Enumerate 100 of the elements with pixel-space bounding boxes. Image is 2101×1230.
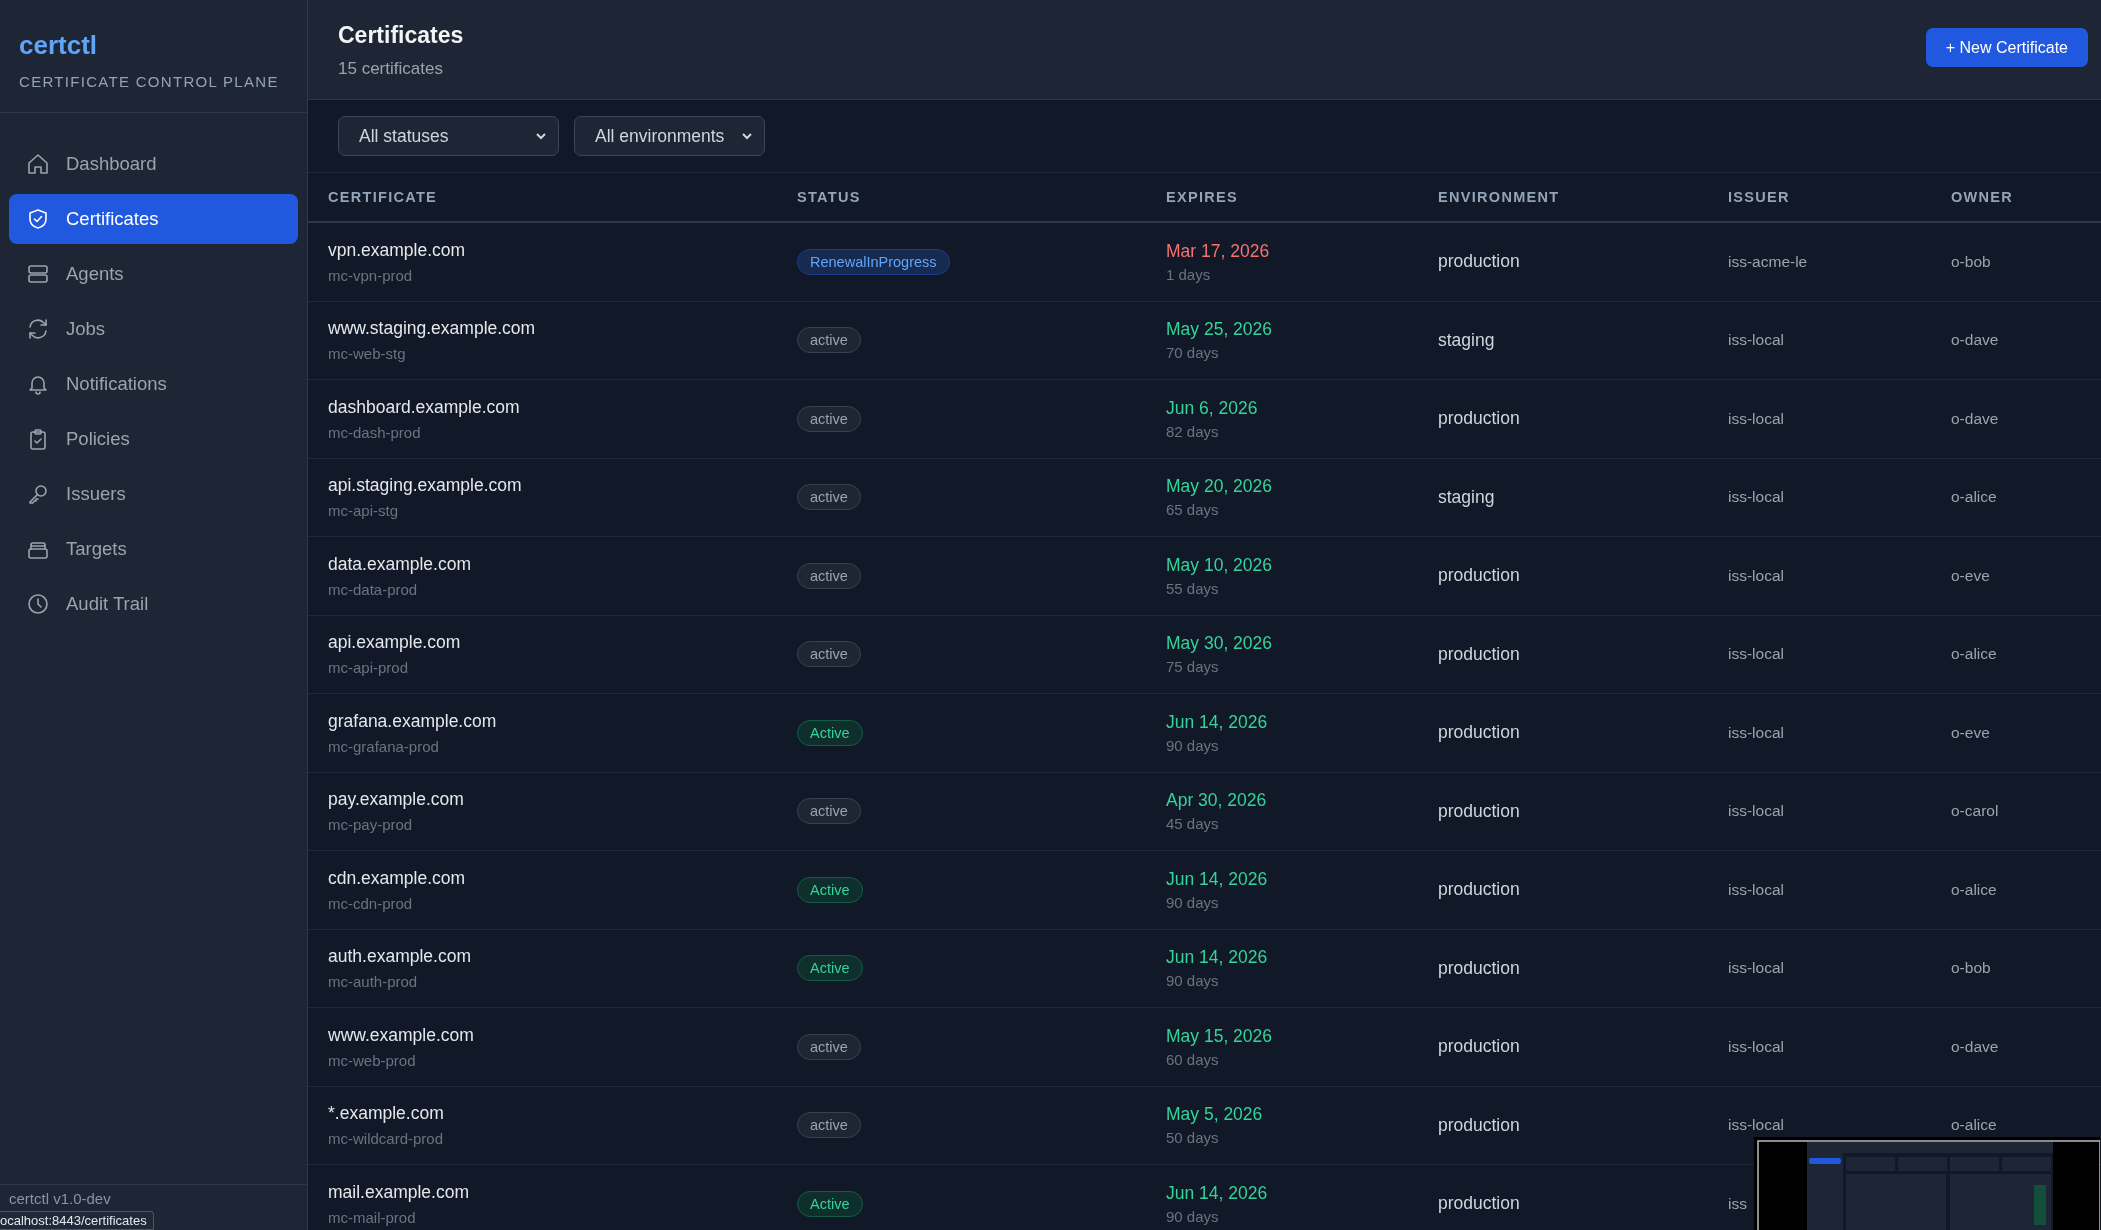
certificate-name[interactable]: dashboard.example.com [328,396,520,418]
environment-cell-text: production [1438,1036,1521,1058]
issuer-cell-text: iss-acme-le [1728,252,1809,271]
days-remaining: 90 days [1166,972,1219,990]
environment-cell-text: production [1438,1193,1521,1215]
environment-cell-text: staging [1438,486,1496,508]
issuer-cell-text: iss-local [1728,645,1785,664]
expiry-date: Jun 14, 2026 [1166,868,1268,890]
certificate-name[interactable]: www.example.com [328,1024,474,1046]
status-badge: active [797,405,861,432]
key-icon [26,482,50,506]
status-badge: active [797,798,861,825]
nav-item[interactable]: Certificates [9,194,298,244]
owner-cell-text: o-bob [1951,959,1992,978]
server-icon [26,262,50,286]
certificate-name[interactable]: api.staging.example.com [328,475,522,497]
environment-cell-text: production [1438,722,1521,744]
expiry-date: May 15, 2026 [1166,1025,1273,1047]
certificate-id: mc-cdn-prod [328,894,413,912]
expiry-date: Jun 6, 2026 [1166,397,1258,419]
certificate-name[interactable]: vpn.example.com [328,239,466,261]
page-title: Certificates [338,22,464,49]
status-badge: Active [797,955,863,982]
status-badge: Active [797,876,863,903]
column-header: ISSUER [1728,189,1790,205]
environment-cell-text: staging [1438,329,1496,351]
certificate-id: mc-pay-prod [328,816,413,834]
days-remaining: 1 days [1166,265,1211,283]
owner-cell-text: o-alice [1951,645,1998,664]
certificate-id: mc-web-stg [328,345,406,363]
nav-item[interactable]: Jobs [9,304,298,354]
expiry-date: Jun 14, 2026 [1166,947,1268,969]
certificate-name[interactable]: data.example.com [328,553,471,575]
status-badge: active [797,327,861,354]
status-badge: RenewalInProgress [797,248,950,275]
status-badge: Active [797,719,863,746]
certificate-id: mc-mail-prod [328,1208,416,1226]
nav-item[interactable]: Agents [9,249,298,299]
expiry-date: May 30, 2026 [1166,633,1273,655]
certificate-name[interactable]: cdn.example.com [328,867,466,889]
status-badge: active [797,562,861,589]
environment-cell-text: production [1438,565,1521,587]
owner-cell-text: o-dave [1951,1037,2000,1056]
brand-logo[interactable]: certctl [19,30,98,61]
certificate-id: mc-data-prod [328,580,418,598]
issuer-cell-text: iss-local [1728,802,1785,821]
issuer-cell-text: iss-local [1728,880,1785,899]
issuer-cell-text: iss-local [1728,1037,1785,1056]
nav-item[interactable]: Issuers [9,469,298,519]
days-remaining: 55 days [1166,579,1219,597]
certificate-id: mc-auth-prod [328,973,418,991]
column-header: CERTIFICATE [328,189,438,205]
certificate-name[interactable]: auth.example.com [328,946,471,968]
certificate-id: mc-dash-prod [328,423,421,441]
certificate-name[interactable]: mail.example.com [328,1181,470,1203]
nav-item[interactable]: Targets [9,524,298,574]
environment-cell-text: production [1438,1114,1521,1136]
environment-cell-text: production [1438,251,1521,273]
brand-tagline: CERTIFICATE CONTROL PLANE [19,73,279,90]
days-remaining: 75 days [1166,658,1219,676]
days-remaining: 70 days [1166,344,1219,362]
nav-item[interactable]: Audit Trail [9,579,298,629]
certificate-name[interactable]: api.example.com [328,632,461,654]
status-badge: Active [797,1190,863,1217]
certificate-id: mc-grafana-prod [328,737,439,755]
column-header: ENVIRONMENT [1438,189,1560,205]
owner-cell-text: o-carol [1951,802,2000,821]
days-remaining: 50 days [1166,1129,1219,1147]
days-remaining: 90 days [1166,1207,1219,1225]
status-badge: active [797,1112,861,1139]
owner-cell-text: o-dave [1951,331,2000,350]
owner-cell-text: o-dave [1951,409,2000,428]
issuer-cell-text: iss-local [1728,409,1785,428]
new-certificate-button[interactable]: + New Certificate [1925,28,2088,67]
certificate-name[interactable]: pay.example.com [328,789,464,811]
certificate-name[interactable]: www.staging.example.com [328,318,536,340]
issuer-cell-text: iss-local [1728,566,1785,585]
nav-item[interactable]: Dashboard [9,139,298,189]
column-header: STATUS [797,189,861,205]
environment-filter[interactable]: All environments [574,116,765,156]
link-preview: ocalhost:8443/certificates [0,1211,154,1230]
owner-cell-text: o-bob [1951,252,1992,271]
days-remaining: 90 days [1166,893,1219,911]
certificate-id: mc-api-prod [328,659,409,677]
status-badge: active [797,641,861,668]
certificate-id: mc-wildcard-prod [328,1130,444,1148]
expiry-date: May 10, 2026 [1166,554,1273,576]
status-filter[interactable]: All statuses [338,116,559,156]
expiry-date: Jun 14, 2026 [1166,1182,1268,1204]
issuer-cell-text: iss-local [1728,488,1785,507]
nav-item[interactable]: Notifications [9,359,298,409]
column-header: OWNER [1951,189,2014,205]
owner-cell-text: o-alice [1951,880,1998,899]
days-remaining: 90 days [1166,736,1219,754]
nav-item[interactable]: Policies [9,414,298,464]
refresh-icon [26,317,50,341]
certificate-name[interactable]: *.example.com [328,1103,444,1125]
environment-cell-text: production [1438,408,1521,430]
certificate-name[interactable]: grafana.example.com [328,710,497,732]
expiry-date: Mar 17, 2026 [1166,240,1270,262]
